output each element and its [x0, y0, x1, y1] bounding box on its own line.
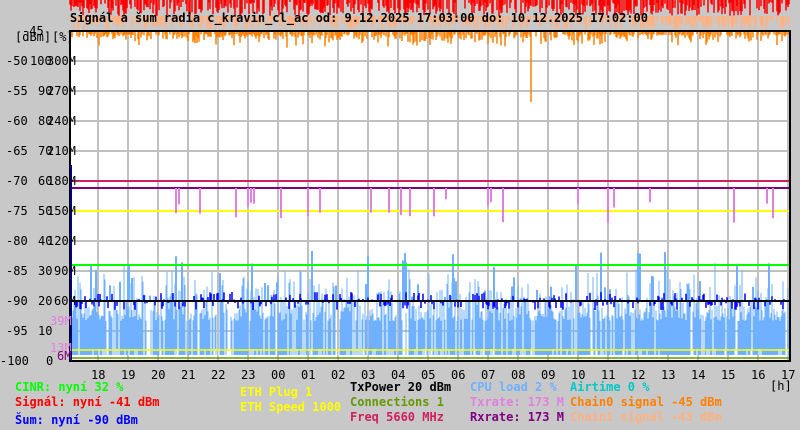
- unit-pct: [%]: [52, 30, 74, 44]
- y-tick-rate: 240M: [47, 114, 76, 128]
- y-tick-dbm: -50: [6, 54, 28, 68]
- y-tick-dbm: -65: [6, 144, 28, 158]
- x-tick: 20: [151, 368, 166, 382]
- legend-airtime: Airtime 0 %: [570, 380, 650, 394]
- x-tick: 02: [331, 368, 346, 382]
- y-tick-dbm: -60: [6, 114, 28, 128]
- legend-noise: Šum: nyní -90 dBm: [15, 413, 138, 427]
- y-tick-rate: 120M: [47, 234, 76, 248]
- y-tick-dbm: -95: [6, 324, 28, 338]
- legend-rxrate: Rxrate: 173 M: [470, 410, 564, 424]
- y-tick-rate-extra: 6M: [57, 349, 72, 363]
- x-tick: 15: [721, 368, 736, 382]
- y-tick-rate: 210M: [47, 144, 76, 158]
- legend-eth-plug: ETH Plug 1: [240, 385, 313, 399]
- y-tick-rate: 270M: [47, 84, 76, 98]
- x-unit: [h]: [770, 379, 792, 393]
- legend-txrate: Txrate: 173 M: [470, 395, 564, 409]
- y-tick-dbm: -45: [22, 24, 44, 38]
- legend-chain1: Chain1 signal -43 dBm: [570, 410, 722, 424]
- y-tick-pct: 0: [46, 354, 54, 368]
- legend-cpu: CPU load 2 %: [470, 380, 557, 394]
- legend-freq: Freq 5660 MHz: [350, 410, 444, 424]
- plot-area: [69, 0, 791, 362]
- y-tick-pct: 30: [38, 264, 53, 278]
- y-tick-dbm: -55: [6, 84, 28, 98]
- y-tick-dbm: -100: [0, 354, 29, 368]
- y-tick-rate: 60M: [54, 294, 76, 308]
- y-tick-rate: 300M: [47, 54, 76, 68]
- chart-title: Signál a šum radia c_kravin_cl_ac od: 9.…: [70, 11, 648, 25]
- y-tick-pct: 20: [38, 294, 53, 308]
- y-tick-dbm: -90: [6, 294, 28, 308]
- x-tick: 14: [691, 368, 706, 382]
- y-tick-rate: 180M: [47, 174, 76, 188]
- y-tick-dbm: -75: [6, 204, 28, 218]
- y-tick-dbm: -70: [6, 174, 28, 188]
- signal-noise-chart: Signál a šum radia c_kravin_cl_ac od: 9.…: [0, 0, 800, 430]
- x-tick: 16: [751, 368, 766, 382]
- legend-cinr: CINR: nyní 32 %: [15, 380, 124, 394]
- x-tick: 01: [301, 368, 316, 382]
- legend-chain0: Chain0 signal -45 dBm: [570, 395, 722, 409]
- x-tick: 13: [661, 368, 676, 382]
- legend-connections: Connections 1: [350, 395, 444, 409]
- x-tick: 06: [451, 368, 466, 382]
- y-tick-rate-extra: 39M: [50, 314, 72, 328]
- x-tick: 00: [271, 368, 286, 382]
- legend-signal: Signál: nyní -41 dBm: [15, 395, 160, 409]
- y-tick-rate: 90M: [54, 264, 76, 278]
- y-tick-dbm: -85: [6, 264, 28, 278]
- legend-eth-speed: ETH Speed 1000: [240, 400, 342, 414]
- y-tick-rate: 150M: [47, 204, 76, 218]
- x-tick: 22: [211, 368, 226, 382]
- y-tick-dbm: -80: [6, 234, 28, 248]
- x-tick: 23: [241, 368, 256, 382]
- legend-txpower: TxPower 20 dBm: [350, 380, 452, 394]
- x-tick: 21: [181, 368, 196, 382]
